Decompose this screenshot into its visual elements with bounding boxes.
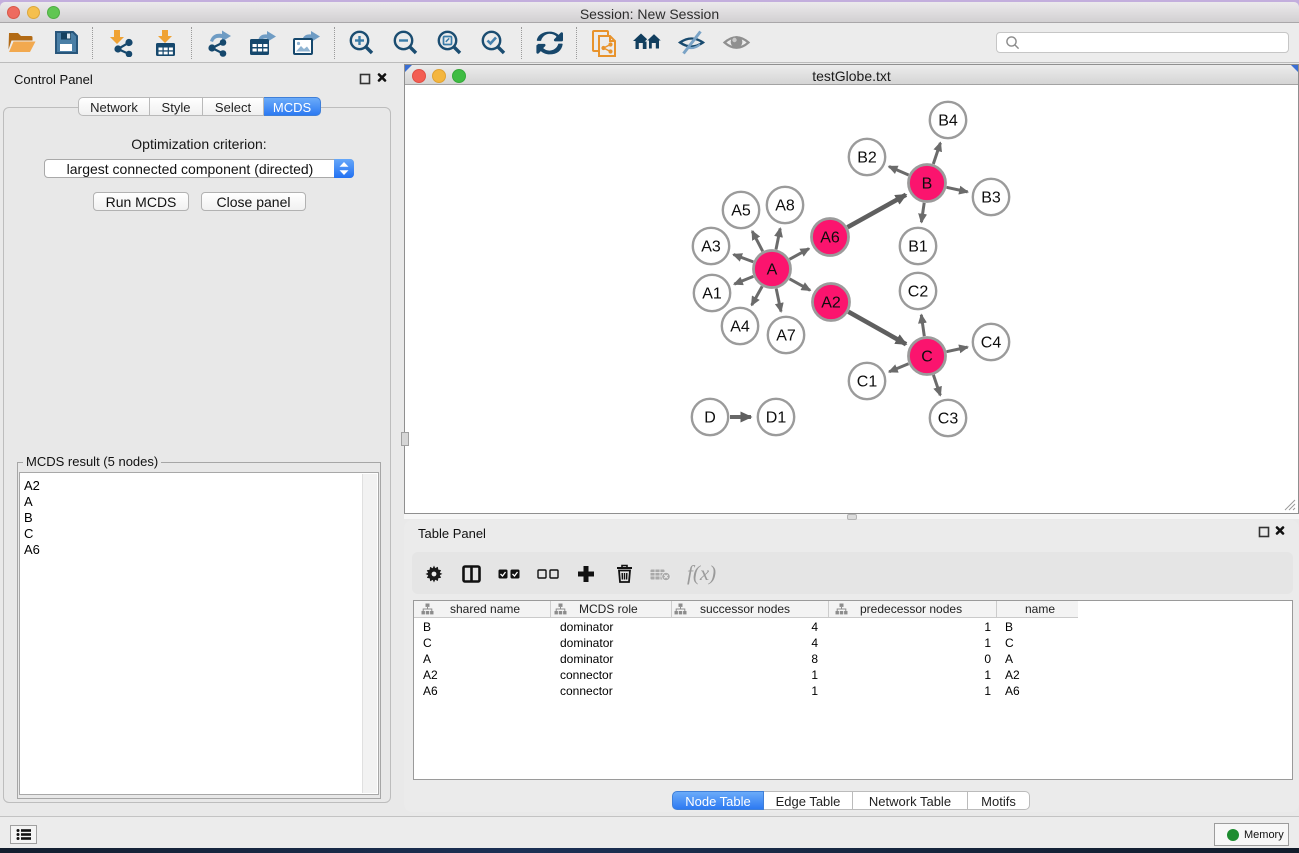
svg-text:A7: A7	[776, 328, 796, 345]
svg-text:C: C	[921, 349, 933, 366]
svg-text:C2: C2	[908, 284, 929, 301]
svg-text:C3: C3	[938, 411, 959, 428]
svg-text:A6: A6	[820, 230, 840, 247]
svg-text:A2: A2	[821, 295, 841, 312]
svg-text:B4: B4	[938, 113, 958, 130]
svg-text:A1: A1	[702, 286, 722, 303]
svg-text:C4: C4	[981, 335, 1002, 352]
svg-text:D: D	[704, 410, 716, 427]
svg-text:B: B	[922, 176, 933, 193]
svg-text:B1: B1	[908, 239, 928, 256]
svg-text:D1: D1	[766, 410, 787, 427]
svg-text:A5: A5	[731, 203, 751, 220]
svg-text:A: A	[767, 262, 778, 279]
svg-text:B3: B3	[981, 190, 1001, 207]
svg-text:A3: A3	[701, 239, 721, 256]
svg-text:A4: A4	[730, 319, 750, 336]
svg-text:C1: C1	[857, 374, 878, 391]
svg-text:A8: A8	[775, 198, 795, 215]
svg-text:B2: B2	[857, 150, 877, 167]
